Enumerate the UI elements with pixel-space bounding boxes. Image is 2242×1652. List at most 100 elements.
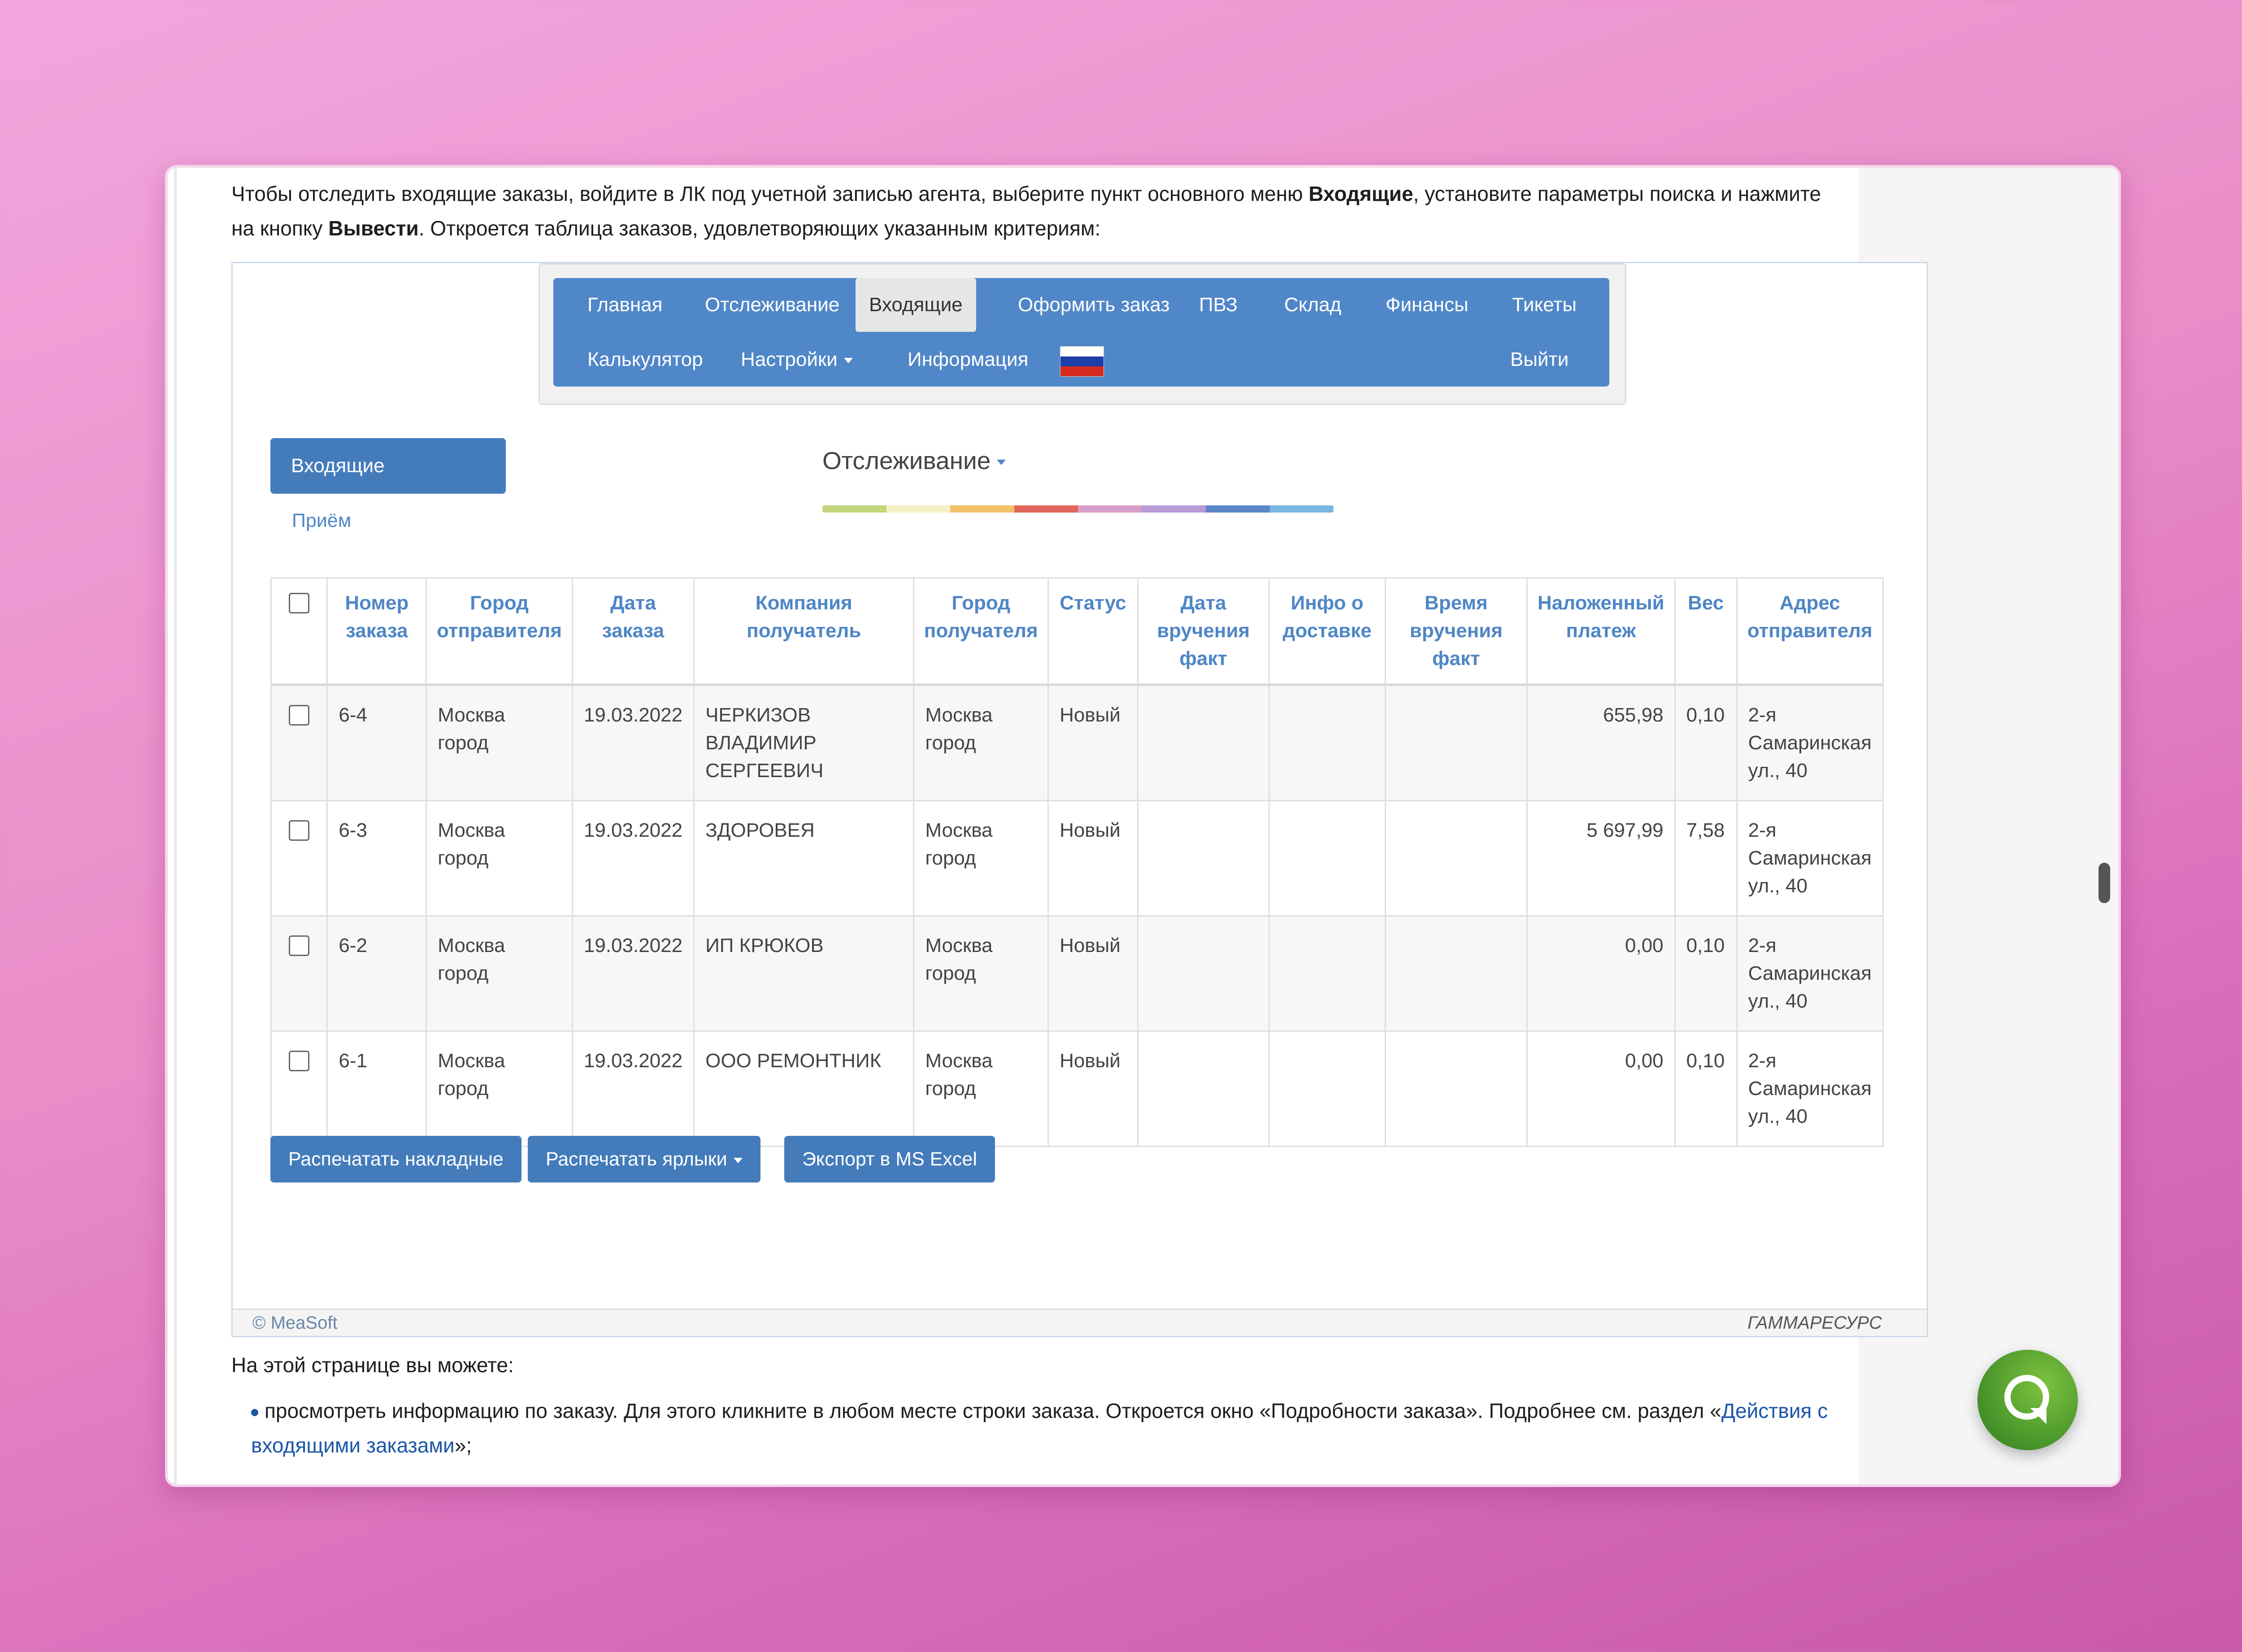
col-sender-address[interactable]: Адрес отправителя [1736,577,1884,686]
col-status[interactable]: Статус [1047,577,1138,686]
menu-item-home[interactable]: Главная [574,278,676,332]
delivery-info [1268,684,1386,801]
recipient-city: Москва город [913,1030,1049,1147]
menu-item-pvz[interactable]: ПВЗ [1186,278,1251,332]
table-row[interactable]: 6-4 Москва город 19.03.2022 ЧЕРКИЗОВ ВЛА… [270,684,1884,801]
sender-city: Москва город [426,915,573,1032]
reception-link[interactable]: Приём [292,510,351,532]
scrollbar-thumb[interactable] [2099,863,2110,903]
delivery-date [1137,915,1270,1032]
status: Новый [1047,915,1138,1032]
sender-city: Москва город [426,684,573,801]
status: Новый [1047,1030,1138,1147]
table-row[interactable]: 6-1 Москва город 19.03.2022 ООО РЕМОНТНИ… [270,1030,1884,1147]
recipient-company: ЧЕРКИЗОВ ВЛАДИМИР СЕРГЕЕВИЧ [693,684,915,801]
weight: 0,10 [1674,1030,1738,1147]
row-checkbox[interactable] [289,820,310,841]
sender-address: 2-я Самаринская ул., 40 [1736,915,1884,1032]
col-delivery-time[interactable]: Время вручения факт [1384,577,1528,686]
cod-amount: 5 697,99 [1526,800,1676,917]
col-recipient-city[interactable]: Город получателя [913,577,1049,686]
menu-item-incoming[interactable]: Входящие [856,278,976,332]
order-date: 19.03.2022 [571,800,695,917]
order-number: 6-3 [326,800,427,917]
frame-footer: © MeaSoft ГАММАРЕСУРС [233,1309,1927,1336]
delivery-date [1137,800,1270,917]
menu-item-calculator[interactable]: Калькулятор [574,333,717,387]
left-rule [174,168,177,1484]
recipient-company: ИП КРЮКОВ [693,915,915,1032]
bullet-icon [251,1409,258,1416]
col-order-date[interactable]: Дата заказа [571,577,695,686]
recipient-company: ЗДОРОВЕЯ [693,800,915,917]
delivery-time [1384,800,1528,917]
delivery-time [1384,684,1528,801]
order-date: 19.03.2022 [571,915,695,1032]
menu-item-finance[interactable]: Финансы [1372,278,1482,332]
menu-item-place-order[interactable]: Оформить заказ [1004,278,1183,332]
delivery-date [1137,1030,1270,1147]
col-recipient-company[interactable]: Компания получатель [693,577,915,686]
table-row[interactable]: 6-3 Москва город 19.03.2022 ЗДОРОВЕЯ Мос… [270,800,1884,917]
weight: 0,10 [1674,915,1738,1032]
status-color-bar [822,505,1334,513]
select-all-checkbox[interactable] [289,593,310,613]
col-cod[interactable]: Наложенный платеж [1526,577,1676,686]
export-excel-button[interactable]: Экспорт в MS Excel [784,1136,995,1182]
col-sender-city[interactable]: Город отправителя [426,577,573,686]
col-weight[interactable]: Вес [1674,577,1738,686]
col-delivery-date[interactable]: Дата вручения факт [1137,577,1270,686]
row-select-cell [270,1030,328,1147]
weight: 0,10 [1674,684,1738,801]
weight: 7,58 [1674,800,1738,917]
page-capabilities-intro: На этой странице вы можете: [231,1353,514,1377]
menu-item-logout[interactable]: Выйти [1497,333,1582,387]
cod-amount: 0,00 [1526,1030,1676,1147]
row-select-cell [270,915,328,1032]
recipient-company: ООО РЕМОНТНИК [693,1030,915,1147]
delivery-info [1268,800,1386,917]
table-row[interactable]: 6-2 Москва город 19.03.2022 ИП КРЮКОВ Мо… [270,915,1884,1032]
delivery-time [1384,915,1528,1032]
sender-address: 2-я Самаринская ул., 40 [1736,1030,1884,1147]
sender-city: Москва город [426,800,573,917]
chevron-down-icon [843,358,853,364]
menu-item-warehouse[interactable]: Склад [1271,278,1355,332]
delivery-time [1384,1030,1528,1147]
copyright-text: © MeaSoft [252,1313,338,1333]
table-header-row: Номер заказа Город отправителя Дата зака… [270,577,1884,686]
delivery-info [1268,915,1386,1032]
order-number: 6-1 [326,1030,427,1147]
col-order-number[interactable]: Номер заказа [326,577,427,686]
sender-address: 2-я Самаринская ул., 40 [1736,684,1884,801]
intro-paragraph: Чтобы отследить входящие заказы, войдите… [231,182,1821,240]
row-checkbox[interactable] [289,1051,310,1071]
print-invoices-button[interactable]: Распечатать накладные [270,1136,521,1182]
menu-item-information[interactable]: Информация [894,333,1042,387]
screenshot-frame: Главная Отслеживание Входящие Оформить з… [231,262,1928,1337]
row-select-cell [270,800,328,917]
delivery-date [1137,684,1270,801]
order-date: 19.03.2022 [571,1030,695,1147]
status: Новый [1047,800,1138,917]
row-checkbox[interactable] [289,935,310,956]
recipient-city: Москва город [913,915,1049,1032]
main-menu-container: Главная Отслеживание Входящие Оформить з… [539,263,1626,405]
row-checkbox[interactable] [289,705,310,726]
menu-item-tracking[interactable]: Отслеживание [691,278,853,332]
menu-item-tickets[interactable]: Тикеты [1499,278,1590,332]
recipient-city: Москва город [913,684,1049,801]
sender-city: Москва город [426,1030,573,1147]
order-number: 6-4 [326,684,427,801]
chat-widget-button[interactable] [1977,1350,2078,1450]
language-flag-icon[interactable] [1060,346,1104,377]
tracking-dropdown[interactable]: Отслеживание [822,446,1006,475]
incoming-button[interactable]: Входящие [270,438,506,494]
brand-text: ГАММАРЕСУРС [1747,1313,1882,1333]
menu-item-settings[interactable]: Настройки [727,333,866,387]
browser-window: Чтобы отследить входящие заказы, войдите… [165,165,2121,1487]
row-select-cell [270,684,328,801]
print-labels-button[interactable]: Распечатать ярлыки [528,1136,760,1182]
col-delivery-info[interactable]: Инфо о доставке [1268,577,1386,686]
orders-table: Номер заказа Город отправителя Дата зака… [270,577,1884,1147]
